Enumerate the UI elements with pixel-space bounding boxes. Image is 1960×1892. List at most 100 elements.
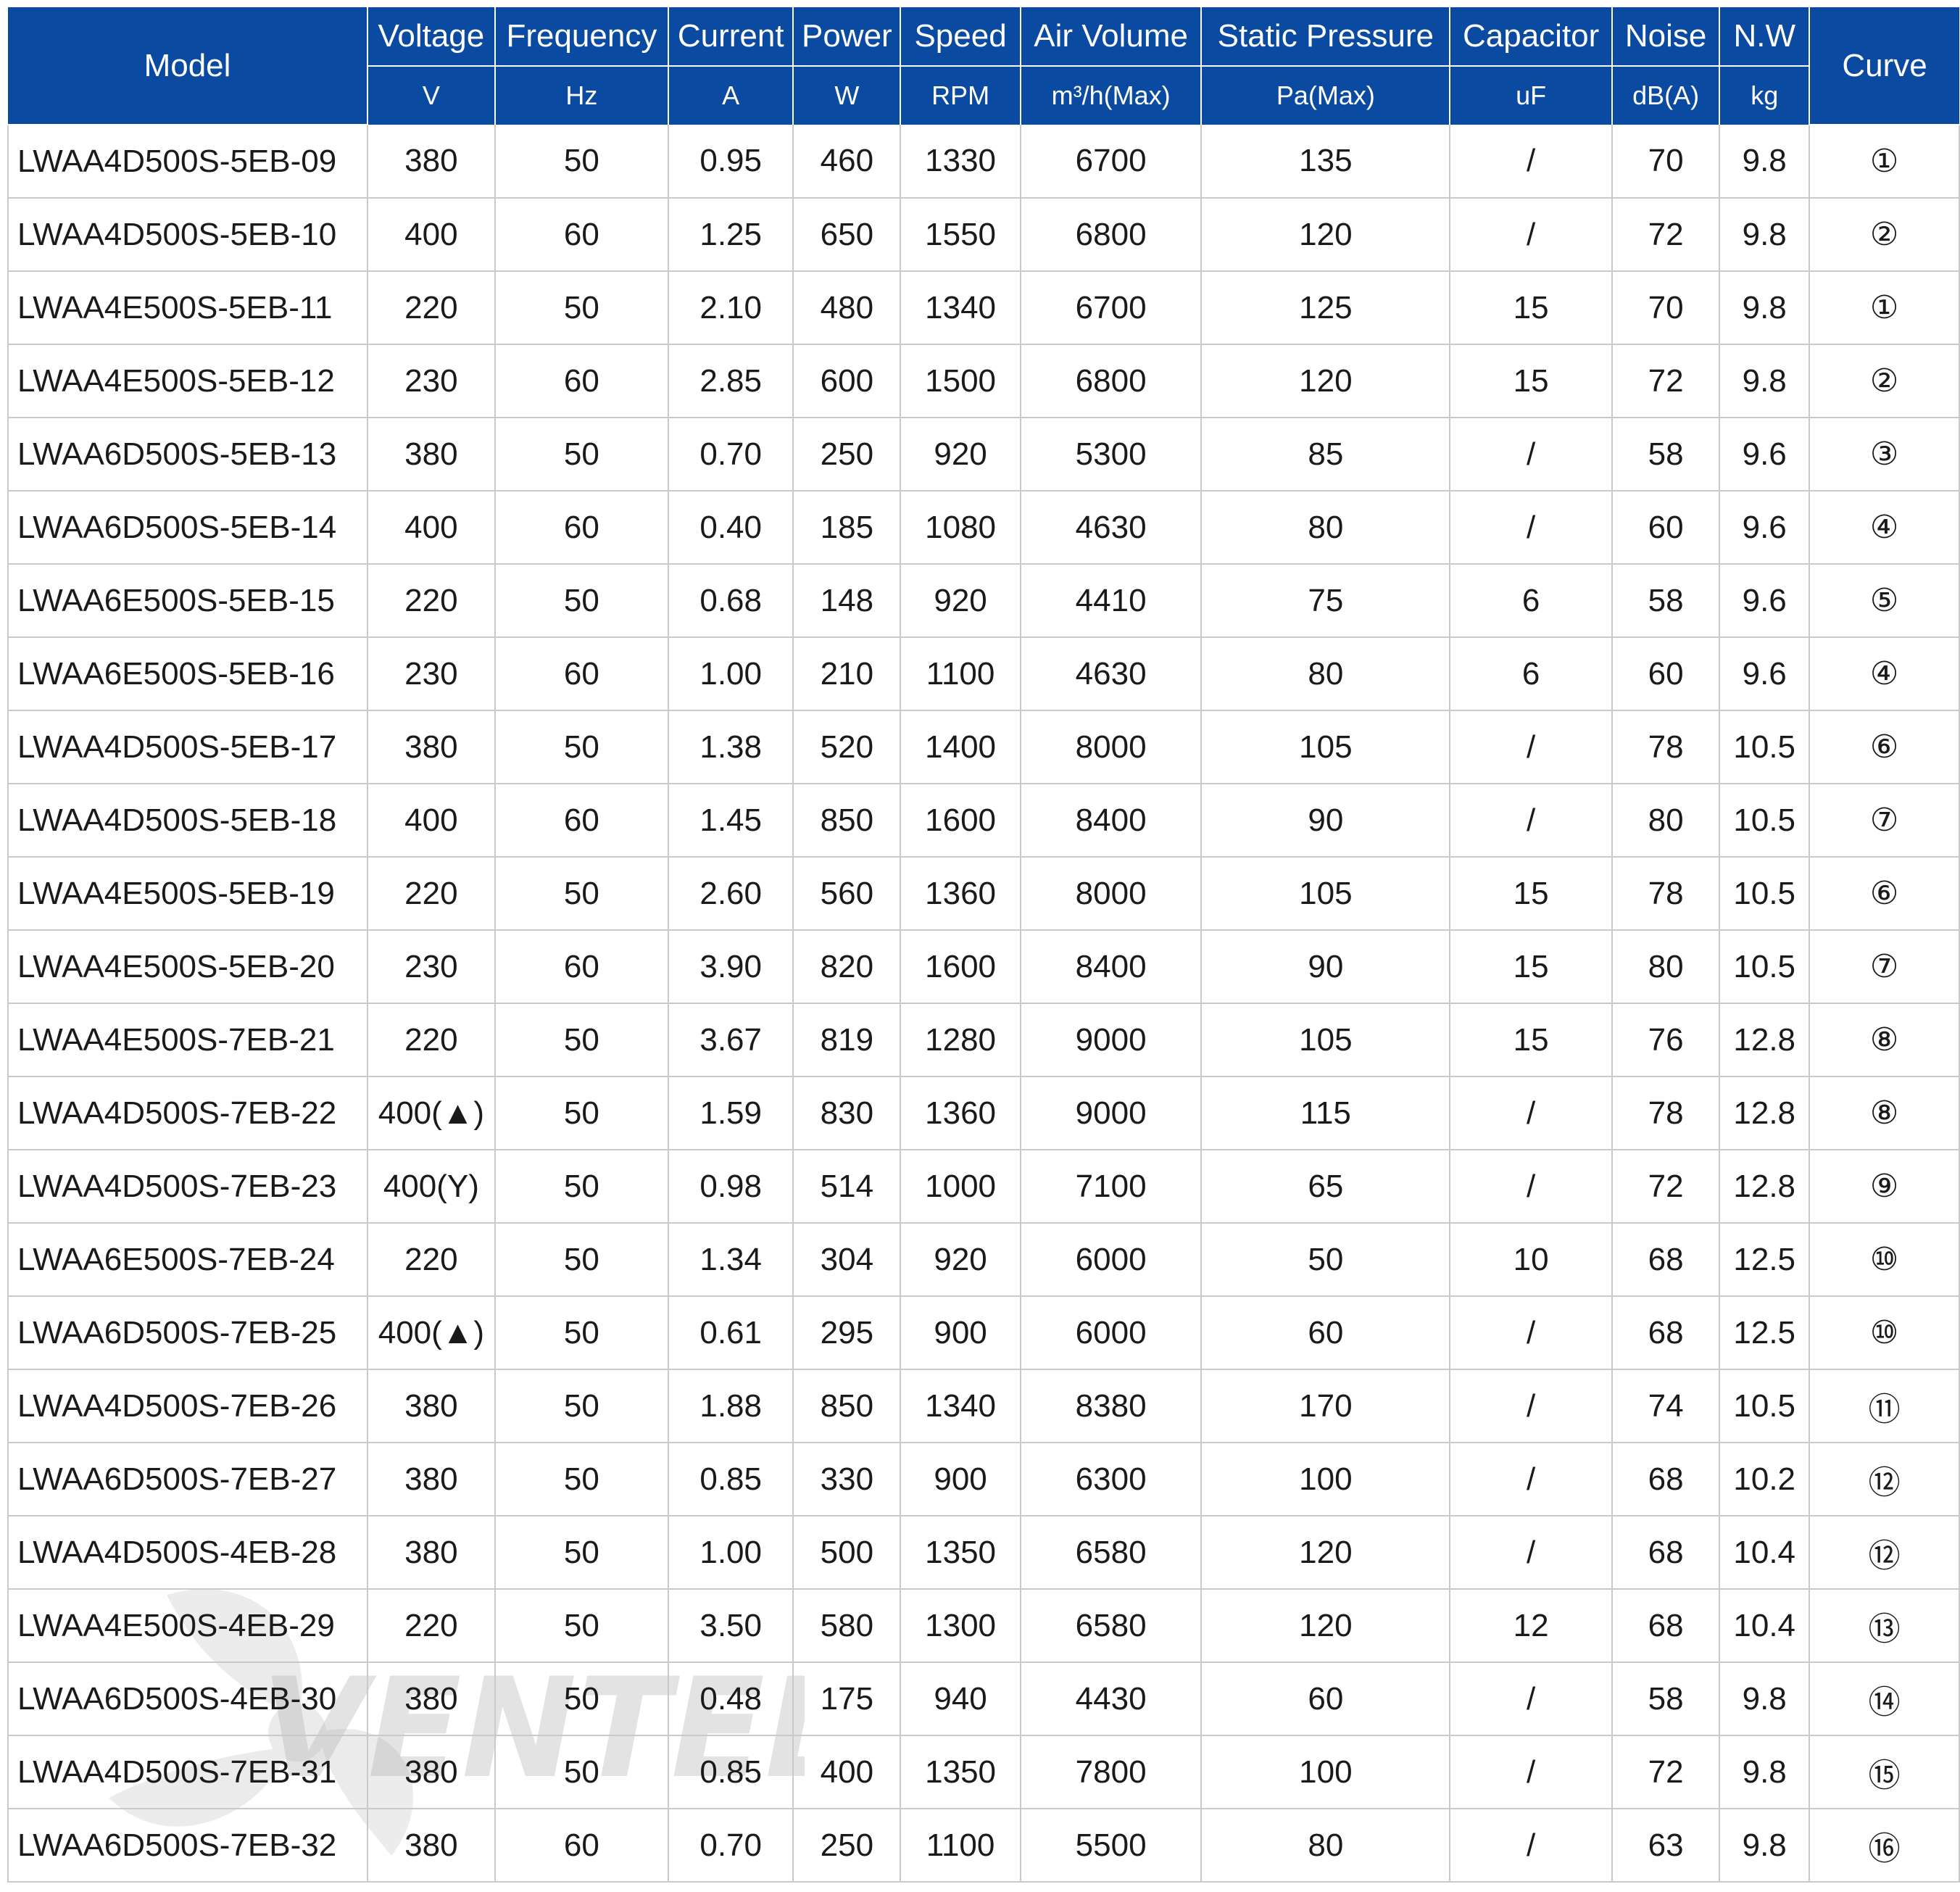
- current-cell: 0.70: [668, 1809, 794, 1883]
- static-pressure-cell: 75: [1201, 564, 1451, 638]
- frequency-cell: 50: [494, 1076, 670, 1150]
- model-cell: LWAA4E500S-5EB-11: [7, 271, 369, 345]
- voltage-cell: 400: [368, 198, 496, 272]
- header-speed: Speed: [900, 7, 1021, 67]
- capacitor-cell: /: [1450, 491, 1614, 565]
- net-weight-cell: 12.8: [1719, 1003, 1811, 1077]
- current-cell: 1.34: [668, 1223, 794, 1297]
- speed-cell: 940: [900, 1662, 1021, 1736]
- model-cell: LWAA4D500S-7EB-31: [7, 1735, 369, 1809]
- table-row: LWAA4E500S-5EB-11 220 50 2.10 480 1340 6700 125…: [7, 271, 1960, 345]
- capacitor-cell: 12: [1450, 1589, 1614, 1663]
- table-row: LWAA6E500S-7EB-24 220 50 1.34 304 920 6000 50 10…: [7, 1223, 1960, 1297]
- current-cell: 2.60: [668, 857, 794, 931]
- table-row: LWAA6D500S-4EB-30 380 50 0.48 175 940 4430 60/5…: [7, 1662, 1960, 1736]
- unit-power: W: [793, 66, 902, 125]
- model-cell: LWAA6D500S-7EB-27: [7, 1443, 369, 1516]
- curve-cell: ②: [1809, 344, 1960, 418]
- static-pressure-cell: 90: [1201, 930, 1451, 1004]
- curve-cell: ③: [1809, 418, 1960, 491]
- frequency-cell: 50: [494, 1369, 670, 1443]
- frequency-cell: 50: [494, 1662, 670, 1736]
- voltage-cell: 220: [368, 271, 496, 345]
- curve-cell: ⑤: [1809, 564, 1960, 638]
- current-cell: 0.85: [668, 1443, 794, 1516]
- spec-sheet: VENTEL Model Voltage Frequency Current P…: [7, 7, 1960, 1886]
- frequency-cell: 60: [494, 198, 670, 272]
- voltage-cell: 400(▲): [368, 1076, 496, 1150]
- voltage-cell: 380: [368, 1369, 496, 1443]
- capacitor-cell: /: [1450, 1150, 1614, 1224]
- static-pressure-cell: 105: [1201, 710, 1451, 784]
- current-cell: 0.61: [668, 1296, 794, 1370]
- curve-cell: ⑫: [1809, 1516, 1960, 1590]
- power-cell: 304: [793, 1223, 902, 1297]
- voltage-cell: 220: [368, 1223, 496, 1297]
- model-cell: LWAA6E500S-5EB-15: [7, 564, 369, 638]
- current-cell: 1.00: [668, 1516, 794, 1590]
- air-volume-cell: 7100: [1020, 1150, 1203, 1224]
- speed-cell: 1550: [900, 198, 1021, 272]
- current-cell: 1.25: [668, 198, 794, 272]
- speed-cell: 1350: [900, 1516, 1021, 1590]
- noise-cell: 58: [1612, 564, 1721, 638]
- net-weight-cell: 9.8: [1719, 125, 1811, 199]
- table-row: LWAA4E500S-5EB-20 230 60 3.90 820 1600 8400 90 1…: [7, 930, 1960, 1004]
- air-volume-cell: 6000: [1020, 1223, 1203, 1297]
- model-cell: LWAA4E500S-5EB-12: [7, 344, 369, 418]
- power-cell: 500: [793, 1516, 902, 1590]
- frequency-cell: 50: [494, 564, 670, 638]
- header-frequency: Frequency: [494, 7, 670, 67]
- noise-cell: 68: [1612, 1589, 1721, 1663]
- power-cell: 250: [793, 1809, 902, 1883]
- table-row: LWAA6D500S-7EB-32 380 60 0.70 250 1100 5500 80/…: [7, 1809, 1960, 1883]
- header-net-weight: N.W: [1719, 7, 1811, 67]
- power-cell: 210: [793, 637, 902, 711]
- air-volume-cell: 5300: [1020, 418, 1203, 491]
- model-cell: LWAA6D500S-7EB-32: [7, 1809, 369, 1883]
- noise-cell: 72: [1612, 198, 1721, 272]
- model-cell: LWAA4D500S-4EB-28: [7, 1516, 369, 1590]
- power-cell: 830: [793, 1076, 902, 1150]
- speed-cell: 1340: [900, 1369, 1021, 1443]
- voltage-cell: 400: [368, 784, 496, 858]
- speed-cell: 1600: [900, 930, 1021, 1004]
- noise-cell: 58: [1612, 418, 1721, 491]
- model-cell: LWAA4D500S-7EB-26: [7, 1369, 369, 1443]
- power-cell: 520: [793, 710, 902, 784]
- net-weight-cell: 9.6: [1719, 418, 1811, 491]
- speed-cell: 1100: [900, 1809, 1021, 1883]
- speed-cell: 1600: [900, 784, 1021, 858]
- header-capacitor: Capacitor: [1450, 7, 1614, 67]
- net-weight-cell: 9.6: [1719, 491, 1811, 565]
- capacitor-cell: 15: [1450, 344, 1614, 418]
- static-pressure-cell: 60: [1201, 1296, 1451, 1370]
- power-cell: 560: [793, 857, 902, 931]
- capacitor-cell: 6: [1450, 637, 1614, 711]
- curve-cell: ①: [1809, 271, 1960, 345]
- static-pressure-cell: 50: [1201, 1223, 1451, 1297]
- power-cell: 148: [793, 564, 902, 638]
- voltage-cell: 220: [368, 564, 496, 638]
- air-volume-cell: 4430: [1020, 1662, 1203, 1736]
- unit-air-volume: m³/h(Max): [1020, 66, 1203, 125]
- voltage-cell: 400(▲): [368, 1296, 496, 1370]
- net-weight-cell: 9.8: [1719, 271, 1811, 345]
- capacitor-cell: /: [1450, 1369, 1614, 1443]
- air-volume-cell: 6800: [1020, 198, 1203, 272]
- power-cell: 480: [793, 271, 902, 345]
- voltage-cell: 380: [368, 710, 496, 784]
- air-volume-cell: 6300: [1020, 1443, 1203, 1516]
- net-weight-cell: 9.8: [1719, 1809, 1811, 1883]
- curve-cell: ⑯: [1809, 1809, 1960, 1883]
- static-pressure-cell: 105: [1201, 857, 1451, 931]
- noise-cell: 78: [1612, 1076, 1721, 1150]
- current-cell: 1.88: [668, 1369, 794, 1443]
- noise-cell: 72: [1612, 344, 1721, 418]
- model-cell: LWAA4E500S-5EB-19: [7, 857, 369, 931]
- air-volume-cell: 9000: [1020, 1076, 1203, 1150]
- model-cell: LWAA6E500S-7EB-24: [7, 1223, 369, 1297]
- capacitor-cell: 15: [1450, 1003, 1614, 1077]
- current-cell: 0.40: [668, 491, 794, 565]
- current-cell: 3.90: [668, 930, 794, 1004]
